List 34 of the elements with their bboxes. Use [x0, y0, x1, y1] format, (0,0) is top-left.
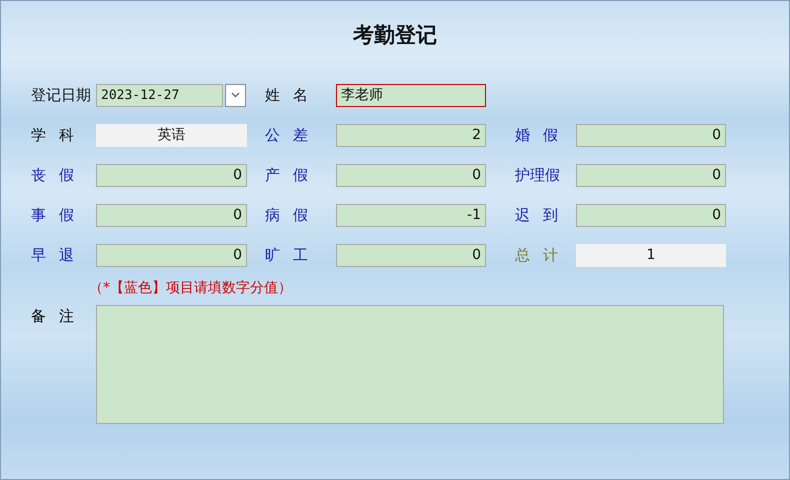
field-label: 婚 假	[515, 126, 559, 144]
input-field[interactable]: 0	[576, 204, 726, 226]
input-field[interactable]: -1	[336, 204, 486, 226]
input-field[interactable]: 0	[336, 244, 486, 266]
input-field[interactable]: 0	[576, 124, 726, 146]
field-label: 事 假	[31, 206, 75, 224]
field-label: 病 假	[265, 206, 309, 224]
input-field[interactable]: 0	[96, 244, 247, 266]
field-label: 学 科	[31, 126, 75, 144]
field-label: 登记日期	[31, 86, 92, 104]
input-field[interactable]: 0	[96, 204, 247, 226]
field-label: 旷 工	[265, 246, 309, 264]
field-label: 公 差	[265, 126, 309, 144]
input-field[interactable]: 0	[576, 164, 726, 186]
field-label: 早 退	[31, 246, 75, 264]
input-field[interactable]: 2	[336, 124, 486, 146]
hint-text: （*【蓝色】项目请填数字分值）	[89, 279, 293, 298]
input-field[interactable]: 0	[96, 164, 247, 186]
caret-icon	[231, 92, 240, 98]
field-label: 总 计	[515, 246, 559, 264]
input-field[interactable]: 0	[336, 164, 486, 186]
remarks-field[interactable]	[96, 305, 724, 424]
field-label: 备 注	[31, 306, 75, 327]
field-label: 姓 名	[265, 86, 309, 104]
form-title: 考勤登记	[352, 21, 438, 49]
dropdown-button[interactable]	[225, 84, 246, 106]
field-label: 产 假	[265, 166, 309, 184]
value-display: 英语	[96, 124, 247, 146]
input-field[interactable]: 李老师	[336, 84, 486, 106]
field-label: 护理假	[515, 166, 561, 184]
value-display: 1	[576, 244, 726, 266]
field-label: 迟 到	[515, 206, 559, 224]
date-field[interactable]: 2023-12-27	[96, 84, 223, 106]
field-label: 丧 假	[31, 166, 75, 184]
